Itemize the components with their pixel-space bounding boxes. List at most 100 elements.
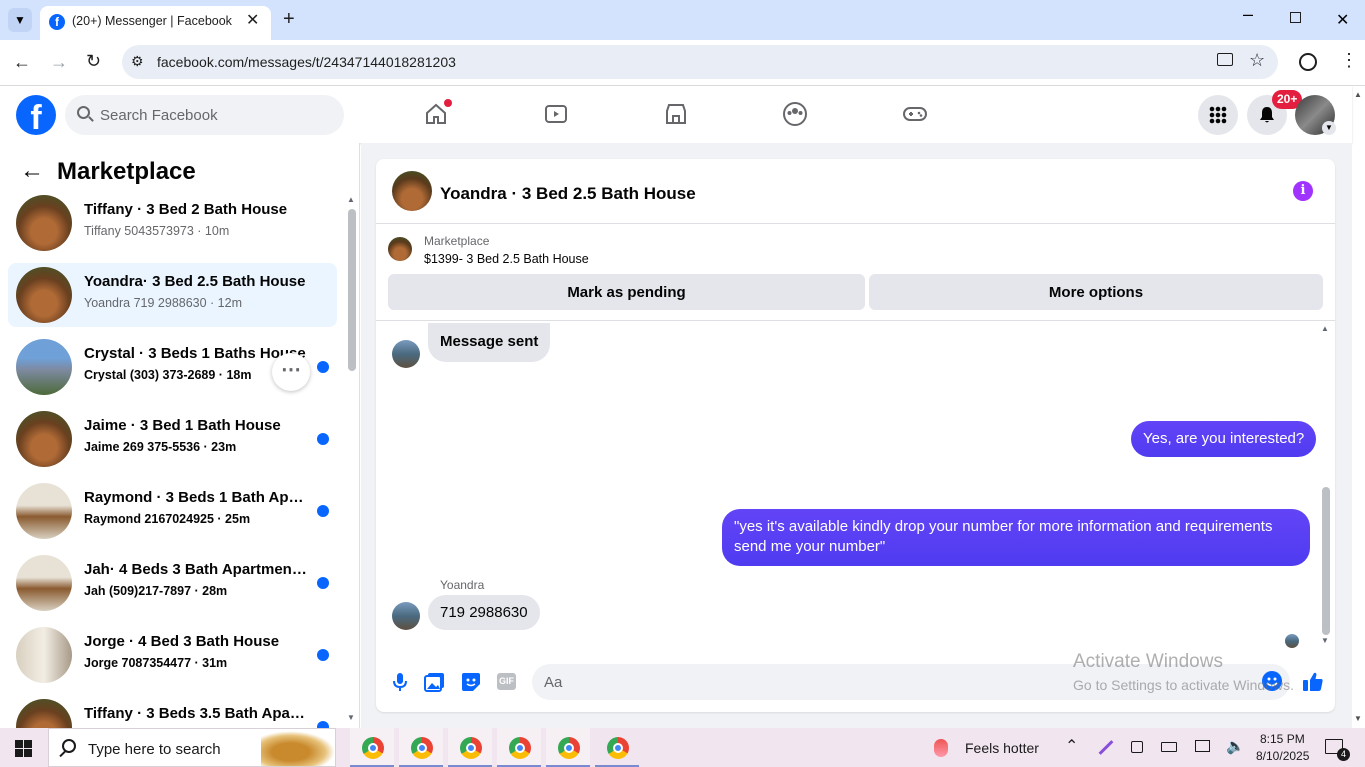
chrome-app-icon[interactable] — [399, 728, 443, 767]
chrome-icon — [460, 737, 482, 759]
forward-icon[interactable]: → — [50, 52, 68, 73]
install-app-icon[interactable] — [1217, 53, 1233, 66]
facebook-favicon-icon: f — [49, 14, 65, 30]
network-icon[interactable] — [1195, 740, 1210, 752]
account-chevron-down-icon[interactable]: ▼ — [1322, 121, 1336, 135]
minimize-icon[interactable]: – — [1243, 4, 1253, 25]
clock-time[interactable]: 8:15 PM — [1260, 732, 1305, 746]
gaming-nav-icon[interactable] — [895, 96, 935, 132]
sidebar-scrollbar[interactable] — [348, 209, 356, 371]
browser-toolbar: ← → ↻ ⚙ facebook.com/messages/t/24347144… — [0, 40, 1365, 86]
conversation-subtitle: Tiffany 5043573973 · 10m — [84, 224, 230, 238]
activate-windows-subtitle: Go to Settings to activate Windows. — [1073, 677, 1294, 693]
chrome-app-icon[interactable] — [448, 728, 492, 767]
conversation-avatar — [16, 555, 72, 611]
sidebar-title: Marketplace — [57, 158, 196, 185]
windows-taskbar: Type here to search Feels hotter ⌃ 🔈 8:1… — [0, 728, 1365, 767]
marketplace-nav-icon[interactable] — [656, 96, 696, 132]
conversation-subtitle: Crystal (303) 373-2689 · 18m — [84, 368, 252, 382]
conversation-sidebar: ← Marketplace Tiffany · 3 Bed 2 Bath Hou… — [0, 143, 360, 728]
photo-icon[interactable] — [424, 671, 446, 693]
menu-grid-icon[interactable] — [1198, 95, 1238, 135]
back-arrow-icon[interactable]: ← — [20, 157, 44, 185]
browser-menu-icon[interactable]: ⋮ — [1340, 50, 1358, 71]
search-placeholder: Search Facebook — [100, 107, 218, 124]
chrome-app-icon[interactable] — [595, 728, 639, 767]
page-scroll-down-icon[interactable]: ▼ — [1354, 714, 1362, 723]
conversation-title: Raymond · 3 Beds 1 Bath Apar... — [84, 489, 310, 506]
address-bar[interactable]: ⚙ facebook.com/messages/t/24347144018281… — [122, 45, 1278, 79]
conversation-item[interactable]: Jaime · 3 Bed 1 Bath House Jaime 269 375-… — [8, 407, 337, 471]
chat-scroll-up-icon[interactable]: ▲ — [1321, 324, 1329, 333]
chrome-app-icon[interactable] — [350, 728, 394, 767]
microphone-icon[interactable] — [390, 671, 410, 693]
unread-dot — [317, 433, 329, 445]
conversation-subtitle: Yoandra 719 2988630 · 12m — [84, 296, 243, 310]
sidebar-scroll-down-icon[interactable]: ▼ — [347, 713, 355, 722]
windows-start-icon[interactable] — [15, 740, 32, 757]
chrome-app-icon[interactable] — [497, 728, 541, 767]
search-input[interactable]: Search Facebook — [65, 95, 344, 135]
sticker-icon[interactable] — [460, 671, 482, 693]
info-icon[interactable]: i — [1293, 181, 1313, 201]
site-info-icon[interactable]: ⚙ — [131, 53, 144, 70]
conversation-item[interactable]: Jorge · 4 Bed 3 Bath House Jorge 70873544… — [8, 623, 337, 687]
message-input-placeholder: Aa — [544, 674, 563, 691]
facebook-logo-icon[interactable]: f — [16, 95, 56, 135]
url-text: facebook.com/messages/t/2434714401828120… — [157, 54, 456, 70]
tab-close-icon[interactable]: ✕ — [246, 10, 259, 30]
browser-tab[interactable]: f (20+) Messenger | Facebook ✕ — [40, 6, 271, 40]
reload-icon[interactable]: ↻ — [86, 51, 101, 72]
clock-date[interactable]: 8/10/2025 — [1256, 749, 1309, 763]
show-hidden-icons-icon[interactable]: ⌃ — [1065, 736, 1078, 756]
profile-icon[interactable] — [1299, 53, 1317, 71]
pen-icon[interactable] — [1098, 740, 1114, 755]
gif-icon[interactable]: GIF — [497, 673, 516, 690]
more-options-button[interactable]: More options — [869, 274, 1323, 310]
battery-icon[interactable] — [1161, 742, 1177, 752]
chat-scroll-down-icon[interactable]: ▼ — [1321, 636, 1329, 645]
home-nav-icon[interactable] — [416, 96, 456, 132]
conversation-item[interactable]: Jah· 4 Beds 3 Bath Apartment/... Jah (509… — [8, 551, 337, 615]
listing-thumbnail[interactable] — [388, 237, 412, 261]
bookmark-star-icon[interactable]: ☆ — [1249, 50, 1265, 71]
conversation-avatar — [16, 483, 72, 539]
listing-name[interactable]: $1399- 3 Bed 2.5 Bath House — [424, 252, 589, 266]
conversation-avatar — [16, 195, 72, 251]
conversation-more-button[interactable]: ⋯ — [272, 353, 310, 391]
message-bubble-incoming: 719 2988630 — [428, 595, 540, 630]
chat-header-avatar[interactable] — [392, 171, 432, 211]
unread-dot — [317, 505, 329, 517]
restore-icon[interactable] — [1290, 12, 1301, 23]
window-close-icon[interactable]: ✕ — [1336, 10, 1349, 30]
message-bubble-outgoing: Yes, are you interested? — [1131, 421, 1317, 457]
tab-search-icon[interactable]: ▼ — [8, 8, 32, 32]
taskbar-search-box[interactable]: Type here to search — [48, 728, 336, 767]
volume-icon[interactable]: 🔈 — [1226, 737, 1245, 755]
chrome-icon — [411, 737, 433, 759]
page-scroll-up-icon[interactable]: ▲ — [1354, 90, 1362, 99]
weather-icon[interactable] — [934, 739, 948, 757]
chat-scrollbar[interactable] — [1322, 487, 1330, 635]
facebook-header: f Search Facebook 20+ ▼ — [0, 86, 1352, 143]
home-notification-dot — [444, 99, 452, 107]
chrome-icon — [509, 737, 531, 759]
browser-tabstrip: ▼ f (20+) Messenger | Facebook ✕ + – ✕ — [0, 0, 1365, 40]
new-tab-icon[interactable]: + — [283, 8, 295, 31]
conversation-item[interactable]: Yoandra· 3 Bed 2.5 Bath House Yoandra 719… — [8, 263, 337, 327]
weather-text[interactable]: Feels hotter — [965, 740, 1039, 756]
conversation-subtitle: Raymond 2167024925 · 25m — [84, 512, 251, 526]
video-nav-icon[interactable] — [536, 96, 576, 132]
groups-nav-icon[interactable] — [775, 96, 815, 132]
back-icon[interactable]: ← — [13, 52, 31, 73]
conversation-item[interactable]: Raymond · 3 Beds 1 Bath Apar... Raymond 2… — [8, 479, 337, 543]
mark-as-pending-button[interactable]: Mark as pending — [388, 274, 865, 310]
meet-now-icon[interactable] — [1131, 741, 1143, 753]
sidebar-scroll-up-icon[interactable]: ▲ — [347, 195, 355, 204]
message-bubble-incoming: Message sent — [428, 323, 551, 362]
message-bubble-outgoing: "yes it's available kindly drop your num… — [722, 509, 1310, 566]
chrome-app-icon[interactable] — [546, 728, 590, 767]
conversation-item[interactable]: Tiffany · 3 Bed 2 Bath House Tiffany 5043… — [8, 191, 337, 255]
chat-title[interactable]: Yoandra · 3 Bed 2.5 Bath House — [440, 184, 696, 204]
conversation-item[interactable]: Tiffany · 3 Beds 3.5 Bath Apart... — [8, 695, 337, 728]
